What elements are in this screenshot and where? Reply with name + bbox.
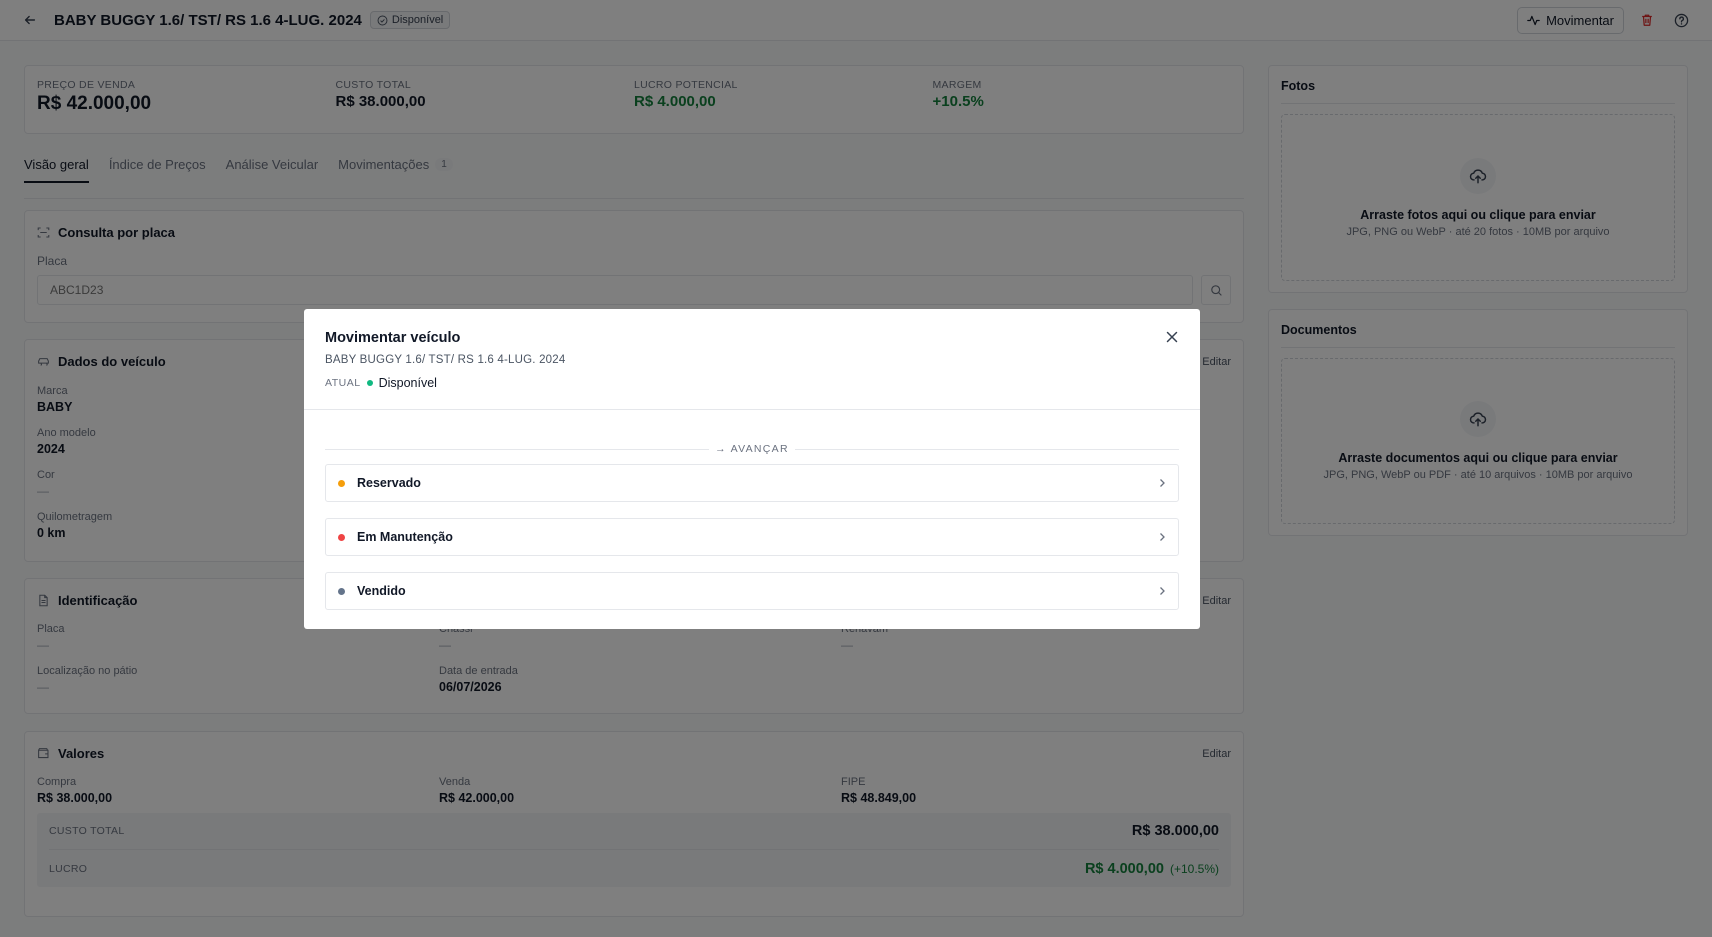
option-label: Reservado bbox=[357, 476, 421, 490]
status-dot bbox=[338, 587, 345, 595]
close-icon[interactable] bbox=[1164, 329, 1180, 345]
current-status: ATUAL Disponível bbox=[325, 376, 1179, 390]
modal-title: Movimentar veículo bbox=[325, 330, 461, 346]
option-vendido[interactable]: Vendido bbox=[325, 572, 1179, 610]
movimentar-modal: Movimentar veículo BABY BUGGY 1.6/ TST/ … bbox=[304, 309, 1200, 629]
option-label: Vendido bbox=[357, 584, 406, 598]
chevron-right-icon bbox=[1158, 586, 1166, 596]
modal-header: Movimentar veículo BABY BUGGY 1.6/ TST/ … bbox=[304, 309, 1200, 410]
chevron-right-icon bbox=[1158, 532, 1166, 542]
status-dot bbox=[338, 533, 345, 541]
status-dot bbox=[338, 479, 345, 487]
option-reservado[interactable]: Reservado bbox=[325, 464, 1179, 502]
chevron-right-icon bbox=[1158, 478, 1166, 488]
status-dot bbox=[366, 380, 373, 386]
avancar-divider: → AVANÇAR bbox=[325, 443, 1179, 455]
modal-subtitle: BABY BUGGY 1.6/ TST/ RS 1.6 4-LUG. 2024 bbox=[325, 354, 566, 366]
divider-label: → AVANÇAR bbox=[715, 443, 789, 455]
option-em-manutencao[interactable]: Em Manutenção bbox=[325, 518, 1179, 556]
current-status-value: Disponível bbox=[378, 376, 437, 390]
current-status-label: ATUAL bbox=[325, 377, 361, 389]
option-label: Em Manutenção bbox=[357, 530, 453, 544]
